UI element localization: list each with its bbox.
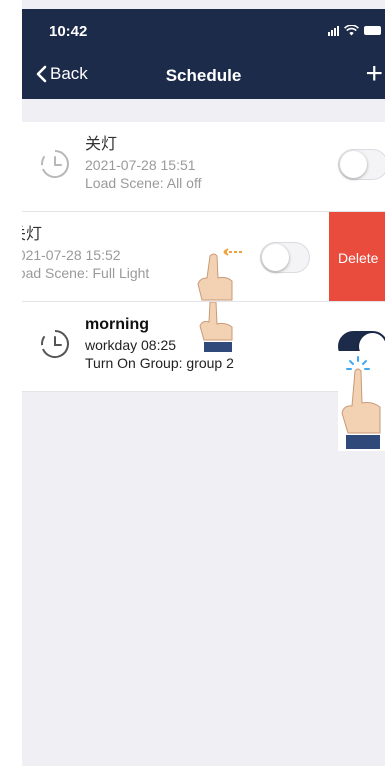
schedule-info: 关灯 2021-07-28 15:52 Load Scene: Full Lig…	[22, 224, 149, 282]
schedule-row[interactable]: 关灯 2021-07-28 15:51 Load Scene: All off	[22, 122, 385, 212]
schedule-time: 2021-07-28 15:51	[85, 157, 196, 173]
schedule-name: 关灯	[22, 226, 43, 243]
schedule-toggle[interactable]	[260, 242, 310, 273]
schedule-row-swiped[interactable]: 关灯 2021-07-28 15:52 Load Scene: Full Lig…	[22, 212, 385, 302]
schedule-action: Turn On Group: group 2	[85, 355, 234, 371]
schedule-info: 关灯 2021-07-28 15:51 Load Scene: All off	[85, 134, 202, 192]
schedule-row[interactable]: morning workday 08:25 Turn On Group: gro…	[22, 302, 385, 392]
chevron-left-icon	[36, 65, 47, 83]
schedule-action: Load Scene: All off	[85, 175, 202, 191]
add-schedule-button[interactable]: +	[365, 57, 383, 91]
clock-icon	[40, 330, 69, 358]
schedule-list: 关灯 2021-07-28 15:51 Load Scene: All off …	[22, 122, 385, 392]
schedule-action: Load Scene: Full Light	[22, 265, 150, 281]
schedule-name: 关灯	[85, 136, 118, 153]
delete-button[interactable]: Delete	[329, 212, 385, 301]
schedule-toggle[interactable]	[338, 149, 385, 180]
schedule-time: 2021-07-28 15:52	[22, 247, 121, 263]
schedule-screen: 10:42 Back Schedule + 关灯 2021-07-28 15:5…	[22, 0, 385, 766]
swipe-hand-icon	[199, 302, 233, 352]
tap-hand-icon	[338, 351, 385, 451]
battery-icon	[364, 26, 381, 35]
status-icons	[328, 25, 381, 36]
navbar: Back Schedule +	[22, 55, 385, 99]
signal-icon	[328, 25, 339, 36]
back-button[interactable]: Back	[36, 64, 88, 84]
status-bar: 10:42	[22, 9, 385, 55]
wifi-icon	[344, 25, 359, 36]
back-label: Back	[50, 64, 88, 83]
status-time: 10:42	[49, 23, 88, 40]
clock-icon	[40, 150, 69, 178]
swipe-hand-icon	[197, 248, 242, 301]
header: 10:42 Back Schedule +	[22, 9, 385, 99]
